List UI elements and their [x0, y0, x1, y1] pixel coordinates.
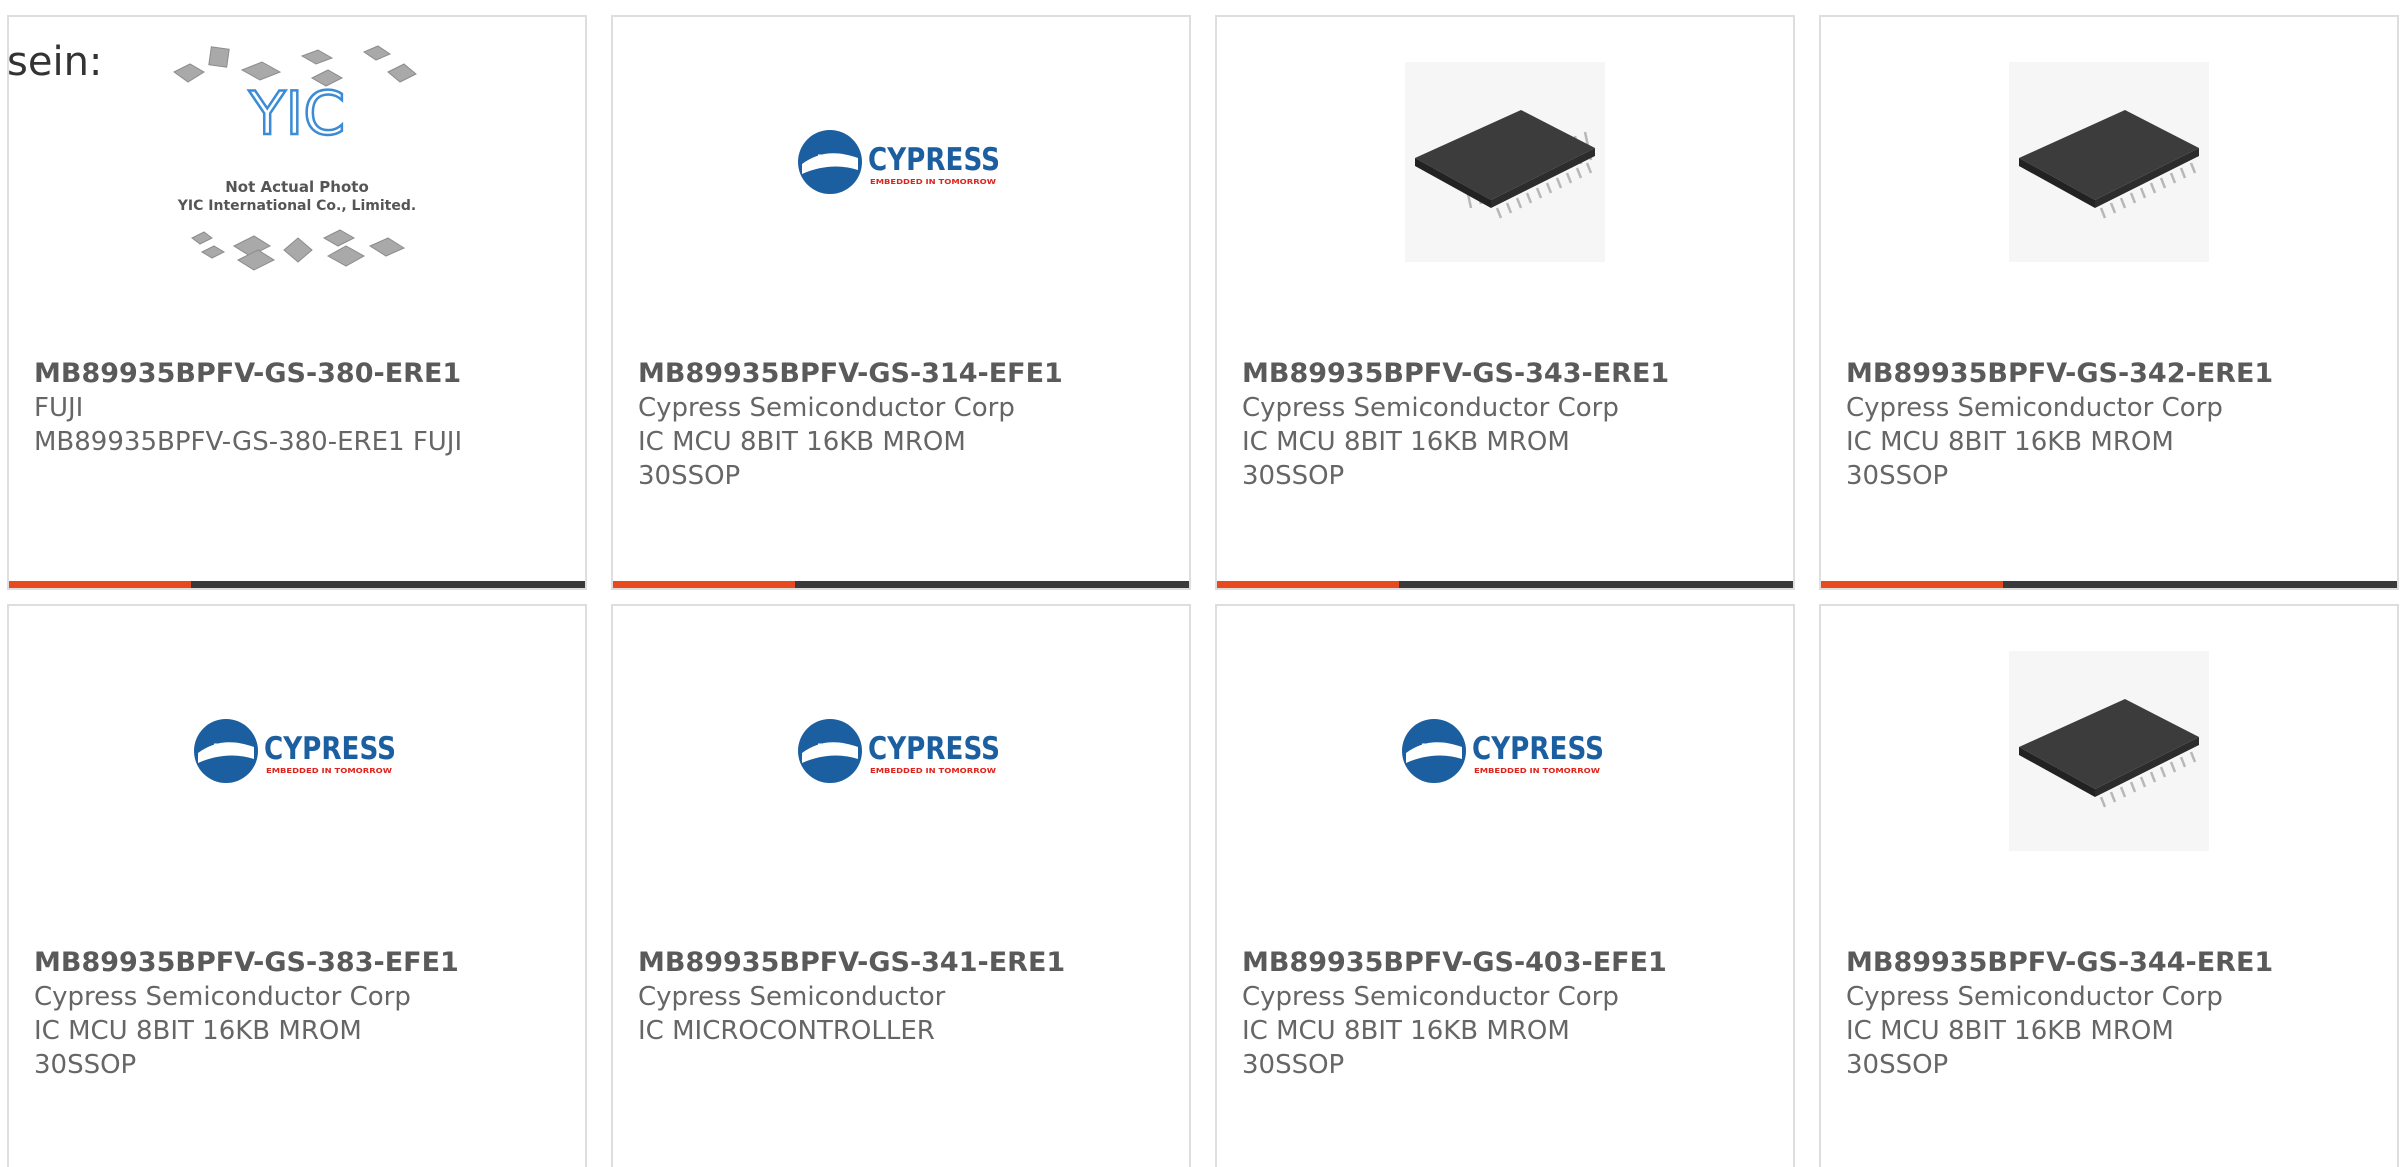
manufacturer: Cypress Semiconductor Corp: [34, 982, 411, 1012]
card-accent: [1821, 581, 2003, 588]
cypress-tagline: EMBEDDED IN TOMORROW: [870, 178, 996, 186]
not-actual-photo-text: Not Actual Photo: [225, 178, 369, 196]
part-number-link[interactable]: MB89935BPFV-GS-403-EFE1: [1242, 946, 1773, 980]
manufacturer: FUJI: [34, 393, 84, 423]
product-image-ssop-chip[interactable]: [1821, 646, 2397, 856]
intro-text: sein:: [7, 39, 103, 85]
ssop-chip-image: [2009, 62, 2209, 262]
page: sein: YIC Not Actual Photo YIC Internati…: [0, 0, 2400, 1167]
product-image-ssop-chip[interactable]: [1821, 57, 2397, 267]
ssop-chip-image: [1405, 62, 1605, 262]
manufacturer: Cypress Semiconductor: [638, 982, 946, 1012]
yic-placeholder-image: YIC Not Actual Photo YIC International C…: [173, 45, 417, 271]
part-number-link[interactable]: MB89935BPFV-GS-342-ERE1: [1846, 357, 2377, 391]
card-bottom-bar: [613, 581, 1189, 588]
description: IC MCU 8BIT 16KB MROM 30SSOP: [1846, 1016, 2174, 1080]
cypress-tagline: EMBEDDED IN TOMORROW: [870, 767, 996, 775]
part-number-link[interactable]: MB89935BPFV-GS-344-ERE1: [1846, 946, 2377, 980]
card-accent: [9, 581, 191, 588]
description: IC MCU 8BIT 16KB MROM 30SSOP: [1242, 427, 1570, 491]
cypress-wordmark: CYPRESS: [868, 142, 1000, 178]
product-card[interactable]: CYPRESS EMBEDDED IN TOMORROW MB89935BPFV…: [611, 15, 1191, 590]
product-image-cypress-logo[interactable]: CYPRESS EMBEDDED IN TOMORROW: [1217, 646, 1793, 856]
product-image-yic-placeholder[interactable]: YIC Not Actual Photo YIC International C…: [9, 45, 585, 271]
product-info: MB89935BPFV-GS-383-EFE1 Cypress Semicond…: [34, 946, 565, 1082]
description: IC MICROCONTROLLER: [638, 1016, 935, 1046]
product-image-cypress-logo[interactable]: CYPRESS EMBEDDED IN TOMORROW: [613, 646, 1189, 856]
product-image-cypress-logo[interactable]: CYPRESS EMBEDDED IN TOMORROW: [613, 57, 1189, 267]
product-card[interactable]: YIC Not Actual Photo YIC International C…: [7, 15, 587, 590]
ssop-chip-image: [2009, 651, 2209, 851]
card-bottom-bar: [9, 581, 585, 588]
product-info: MB89935BPFV-GS-314-EFE1 Cypress Semicond…: [638, 357, 1169, 493]
card-bottom-bar: [1821, 581, 2397, 588]
cypress-wordmark: CYPRESS: [264, 731, 396, 767]
product-image-cypress-logo[interactable]: CYPRESS EMBEDDED IN TOMORROW: [9, 646, 585, 856]
description: IC MCU 8BIT 16KB MROM 30SSOP: [34, 1016, 362, 1080]
cypress-logo-image: CYPRESS EMBEDDED IN TOMORROW: [194, 719, 396, 783]
cypress-logo-image: CYPRESS EMBEDDED IN TOMORROW: [1402, 719, 1604, 783]
product-card[interactable]: CYPRESS EMBEDDED IN TOMORROW MB89935BPFV…: [611, 604, 1191, 1167]
description: IC MCU 8BIT 16KB MROM 30SSOP: [1846, 427, 2174, 491]
cypress-logo-image: CYPRESS EMBEDDED IN TOMORROW: [798, 130, 1000, 194]
part-number-link[interactable]: MB89935BPFV-GS-341-ERE1: [638, 946, 1169, 980]
card-accent: [1217, 581, 1399, 588]
manufacturer: Cypress Semiconductor Corp: [638, 393, 1015, 423]
product-info: MB89935BPFV-GS-403-EFE1 Cypress Semicond…: [1242, 946, 1773, 1082]
product-info: MB89935BPFV-GS-380-ERE1 FUJI MB89935BPFV…: [34, 357, 565, 459]
part-number-link[interactable]: MB89935BPFV-GS-343-ERE1: [1242, 357, 1773, 391]
product-image-ssop-chip[interactable]: [1217, 57, 1793, 267]
manufacturer: Cypress Semiconductor Corp: [1846, 982, 2223, 1012]
description: IC MCU 8BIT 16KB MROM 30SSOP: [1242, 1016, 1570, 1080]
manufacturer: Cypress Semiconductor Corp: [1846, 393, 2223, 423]
cypress-tagline: EMBEDDED IN TOMORROW: [1474, 767, 1600, 775]
product-info: MB89935BPFV-GS-342-ERE1 Cypress Semicond…: [1846, 357, 2377, 493]
product-card[interactable]: CYPRESS EMBEDDED IN TOMORROW MB89935BPFV…: [1215, 604, 1795, 1167]
product-card[interactable]: CYPRESS EMBEDDED IN TOMORROW MB89935BPFV…: [7, 604, 587, 1167]
part-number-link[interactable]: MB89935BPFV-GS-314-EFE1: [638, 357, 1169, 391]
product-info: MB89935BPFV-GS-341-ERE1 Cypress Semicond…: [638, 946, 1169, 1048]
cypress-tagline: EMBEDDED IN TOMORROW: [266, 767, 392, 775]
description: MB89935BPFV-GS-380-ERE1 FUJI: [34, 427, 463, 457]
cypress-logo-image: CYPRESS EMBEDDED IN TOMORROW: [798, 719, 1000, 783]
product-info: MB89935BPFV-GS-343-ERE1 Cypress Semicond…: [1242, 357, 1773, 493]
yic-company-text: YIC International Co., Limited.: [177, 198, 416, 214]
cypress-wordmark: CYPRESS: [868, 731, 1000, 767]
part-number-link[interactable]: MB89935BPFV-GS-380-ERE1: [34, 357, 565, 391]
card-accent: [613, 581, 795, 588]
product-info: MB89935BPFV-GS-344-ERE1 Cypress Semicond…: [1846, 946, 2377, 1082]
product-card[interactable]: MB89935BPFV-GS-344-ERE1 Cypress Semicond…: [1819, 604, 2399, 1167]
product-card[interactable]: MB89935BPFV-GS-343-ERE1 Cypress Semicond…: [1215, 15, 1795, 590]
cypress-wordmark: CYPRESS: [1472, 731, 1604, 767]
yic-logo-text: YIC: [248, 79, 345, 149]
part-number-link[interactable]: MB89935BPFV-GS-383-EFE1: [34, 946, 565, 980]
manufacturer: Cypress Semiconductor Corp: [1242, 982, 1619, 1012]
card-bottom-bar: [1217, 581, 1793, 588]
description: IC MCU 8BIT 16KB MROM 30SSOP: [638, 427, 966, 491]
product-card[interactable]: MB89935BPFV-GS-342-ERE1 Cypress Semicond…: [1819, 15, 2399, 590]
manufacturer: Cypress Semiconductor Corp: [1242, 393, 1619, 423]
product-grid: YIC Not Actual Photo YIC International C…: [7, 15, 2399, 1167]
